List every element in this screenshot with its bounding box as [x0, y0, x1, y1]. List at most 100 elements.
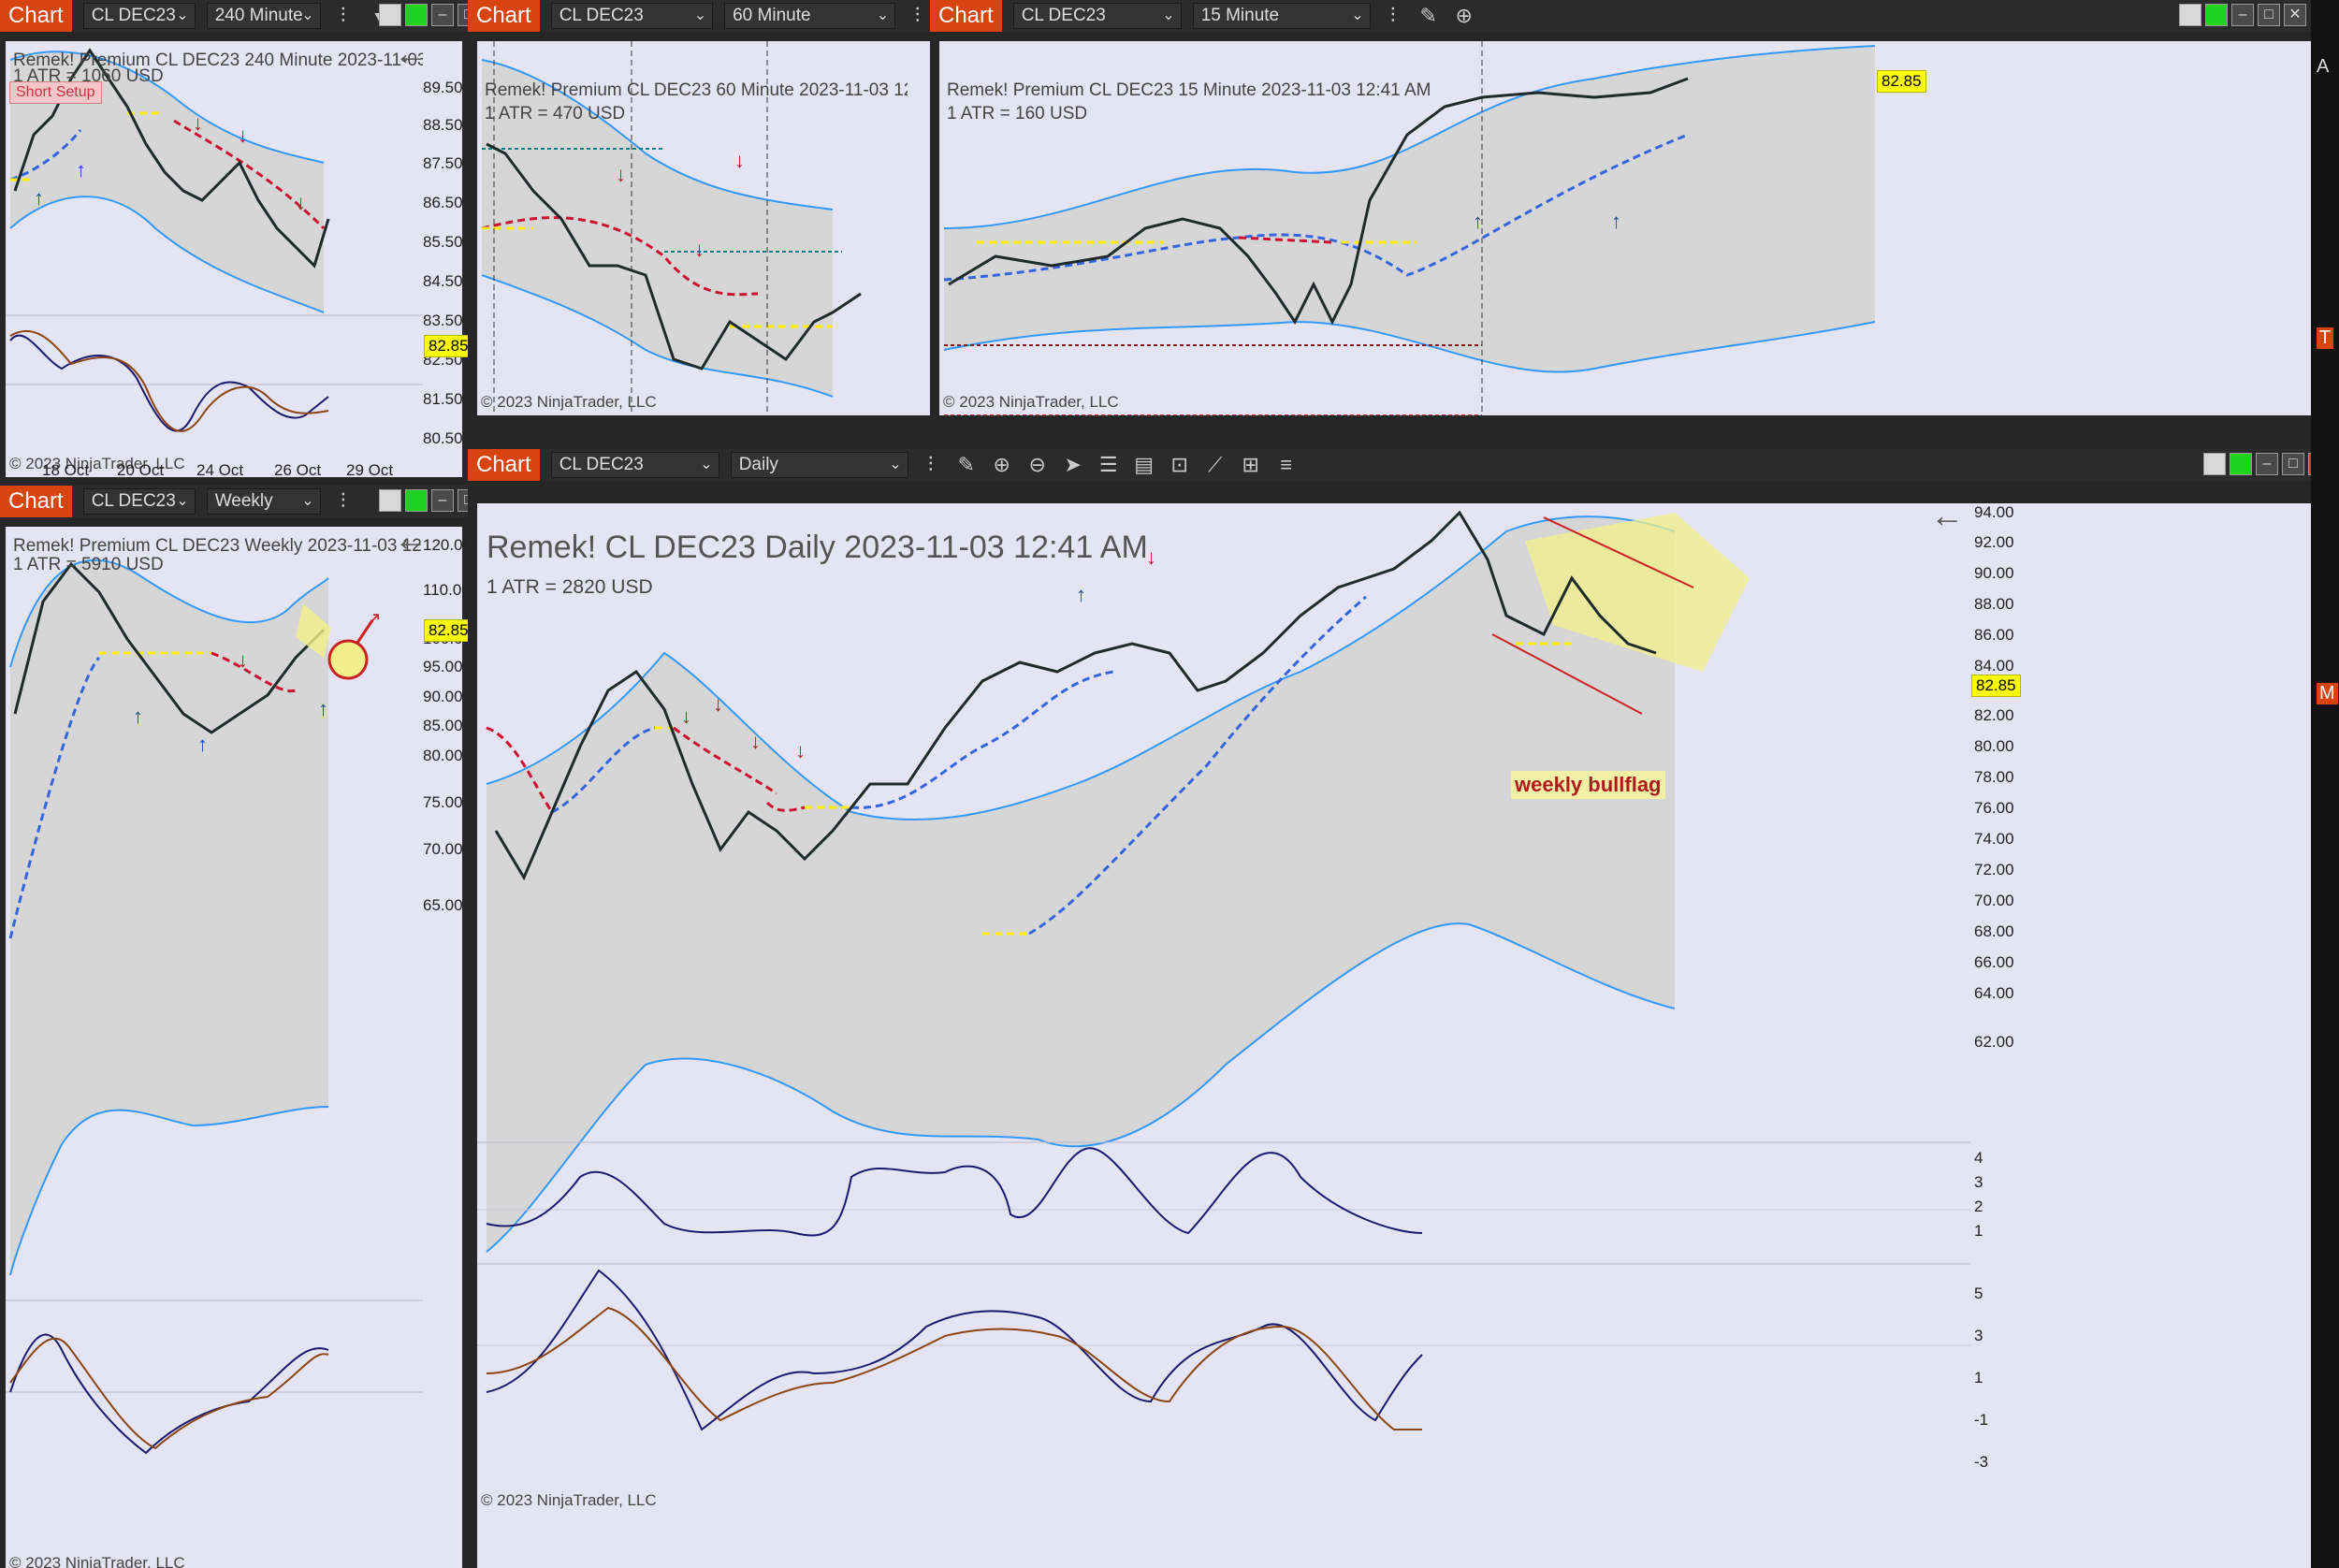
back-arrow-icon[interactable]: ←	[394, 527, 423, 559]
pointer-icon[interactable]: ➤	[1060, 453, 1086, 477]
y-tick: 85.00	[423, 717, 463, 734]
close-icon[interactable]: ✕	[2284, 4, 2306, 26]
chevron-down-icon: ⌄	[889, 457, 902, 472]
copyright: © 2023 NinjaTrader, LLC	[481, 1491, 657, 1509]
chart-title: Remek! Premium CL DEC23 15 Minute 2023-1…	[947, 80, 1431, 100]
status-icon[interactable]	[2205, 4, 2228, 26]
copyright: © 2023 NinjaTrader, LLC	[943, 393, 1119, 411]
minimize-icon[interactable]: –	[431, 4, 454, 26]
short-setup-badge: Short Setup	[9, 81, 102, 104]
link-icon[interactable]	[379, 489, 401, 512]
interval-selector[interactable]: Daily ⌄	[730, 452, 908, 478]
interval-selector[interactable]: Weekly ⌄	[206, 488, 321, 515]
chart-window-daily: Chart CL DEC23 ⌄ Daily ⌄ ⫶ ✎ ⊕ ⊖ ➤ ☰ ▤ ⊡ ⟋…	[468, 449, 2331, 1568]
price-axis: 120.00 110.00 100.00 95.00 90.00 85.00 8…	[423, 527, 472, 1568]
back-arrow-icon[interactable]: ←	[394, 41, 423, 73]
last-price-tag: 82.85	[424, 619, 473, 642]
y-tick: 86.00	[1974, 626, 2014, 644]
y-tick: 84.00	[1974, 657, 2014, 675]
status-icon[interactable]	[405, 4, 428, 26]
svg-text:↑: ↑	[318, 697, 328, 720]
instrument-selector[interactable]: CL DEC23 ⌄	[82, 488, 196, 515]
template-icon[interactable]: ⊞	[1238, 453, 1264, 477]
status-icon[interactable]	[2230, 453, 2252, 475]
draw-pencil-icon[interactable]: ✎	[1416, 4, 1442, 28]
toolbar: Chart CL DEC23 ⌄ 60 Minute ⌄ ⫶	[468, 0, 930, 32]
strategies-icon[interactable]: ⊡	[1167, 453, 1193, 477]
x-tick: 18 Oct	[42, 461, 90, 479]
data-box-icon[interactable]: ≡	[1273, 453, 1300, 477]
osc-tick: 1	[1974, 1369, 1983, 1387]
instrument-selector[interactable]: CL DEC23 ⌄	[550, 452, 719, 478]
price-panel[interactable]: ↗ ↑ ↑ ↑ ↓ Remek! Premium CL DEC23 Weekly…	[6, 527, 423, 1568]
osc-tick: 5	[1974, 1285, 1983, 1302]
copyright: © 2023 NinjaTrader, LLC	[481, 393, 657, 411]
svg-text:↓: ↓	[616, 163, 626, 186]
chart-svg-240: ↑ ↑ ↓ ↓ ↓	[6, 48, 423, 432]
properties-icon[interactable]: ☰	[1096, 453, 1122, 477]
atr-label: 1 ATR = 5910 USD	[13, 555, 164, 574]
price-panel[interactable]: ↑ ↑ ↓ ↓ ↓ Remek! Premium CL DEC23 240 Mi…	[6, 41, 423, 477]
svg-text:↑: ↑	[1076, 583, 1086, 606]
bar-type-icon[interactable]: ⫶	[905, 4, 930, 28]
zoom-in-icon[interactable]: ⊕	[989, 453, 1015, 477]
chevron-down-icon: ⌄	[176, 493, 189, 509]
svg-text:↑: ↑	[34, 186, 44, 210]
x-tick: 20 Oct	[117, 461, 165, 479]
minimize-icon[interactable]: –	[2256, 453, 2278, 475]
svg-text:↓: ↓	[193, 111, 203, 135]
price-panel[interactable]: ↑ ↑ Remek! Premium CL DEC23 15 Minute 20…	[939, 41, 1875, 415]
minimize-icon[interactable]: –	[2231, 4, 2254, 26]
interval-selector[interactable]: 60 Minute ⌄	[724, 3, 896, 29]
maximize-icon[interactable]: □	[2258, 4, 2280, 26]
y-tick: 120.00	[423, 536, 472, 554]
chart-menu-button[interactable]: Chart	[468, 0, 540, 32]
y-tick: 83.50	[423, 312, 463, 329]
chart-menu-button[interactable]: Chart	[0, 0, 72, 32]
chart-menu-button[interactable]: Chart	[0, 486, 72, 517]
indicators-icon[interactable]: ▤	[1131, 453, 1157, 477]
chart-title: Remek! CL DEC23 Daily 2023-11-03 12:41 A…	[487, 530, 1148, 565]
minimize-icon[interactable]: –	[431, 489, 454, 512]
back-arrow-icon[interactable]: ←	[1930, 503, 1964, 535]
y-tick: 72.00	[1974, 861, 2014, 878]
draw-pencil-icon[interactable]: ✎	[953, 453, 980, 477]
zoom-in-icon[interactable]: ⊕	[1451, 4, 1477, 28]
instrument-selector[interactable]: CL DEC23 ⌄	[1012, 3, 1182, 29]
y-tick: 80.00	[1974, 737, 2014, 755]
interval-selector[interactable]: 240 Minute ⌄	[206, 3, 321, 29]
bar-type-icon[interactable]: ⫶	[330, 489, 356, 514]
link-icon[interactable]	[379, 4, 401, 26]
last-price-tag: 82.85	[1971, 675, 2021, 697]
bar-type-icon[interactable]: ⫶	[1380, 4, 1406, 28]
link-icon[interactable]	[2179, 4, 2201, 26]
trend-icon[interactable]: ⟋	[1202, 453, 1228, 477]
status-icon[interactable]	[405, 489, 428, 512]
osc-tick: -1	[1974, 1411, 1989, 1429]
link-icon[interactable]	[2203, 453, 2226, 475]
price-panel[interactable]: ↓ ↓ ↓ ↓ ↓ ↑ Remek! CL DEC23 Daily 2023-1…	[477, 503, 1970, 1568]
side-label: A	[2317, 56, 2330, 77]
chart-window-weekly: Chart CL DEC23⌄ Weekly⌄ ⫶ – □ ✕ ↗ ↑ ↑ ↑ …	[0, 486, 506, 1568]
maximize-icon[interactable]: □	[2282, 453, 2304, 475]
price-axis	[908, 41, 930, 415]
chevron-down-icon: ⌄	[176, 7, 189, 23]
chart-menu-button[interactable]: Chart	[468, 449, 540, 481]
chart-menu-button[interactable]: Chart	[930, 0, 1002, 32]
osc-tick: -3	[1974, 1453, 1989, 1471]
instrument-selector[interactable]: CL DEC23 ⌄	[82, 3, 196, 29]
svg-text:↓: ↓	[238, 123, 248, 147]
bar-type-icon[interactable]: ⫶	[330, 4, 356, 28]
last-price-tag: 82.85	[424, 335, 473, 357]
toolbar: Chart CL DEC23 ⌄ Daily ⌄ ⫶ ✎ ⊕ ⊖ ➤ ☰ ▤ ⊡ ⟋…	[468, 449, 2311, 481]
y-tick: 76.00	[1974, 799, 2014, 817]
price-panel[interactable]: ↓ ↓ ↓ Remek! Premium CL DEC23 60 Minute …	[477, 41, 908, 415]
svg-text:↑: ↑	[1611, 210, 1621, 233]
instrument-selector[interactable]: CL DEC23 ⌄	[550, 3, 714, 29]
svg-text:↑: ↑	[1473, 210, 1483, 233]
zoom-out-icon[interactable]: ⊖	[1024, 453, 1051, 477]
interval-selector[interactable]: 15 Minute ⌄	[1192, 3, 1371, 29]
y-tick: 88.00	[1974, 595, 2014, 613]
y-tick: 95.00	[423, 658, 463, 675]
bar-type-icon[interactable]: ⫶	[918, 453, 944, 477]
